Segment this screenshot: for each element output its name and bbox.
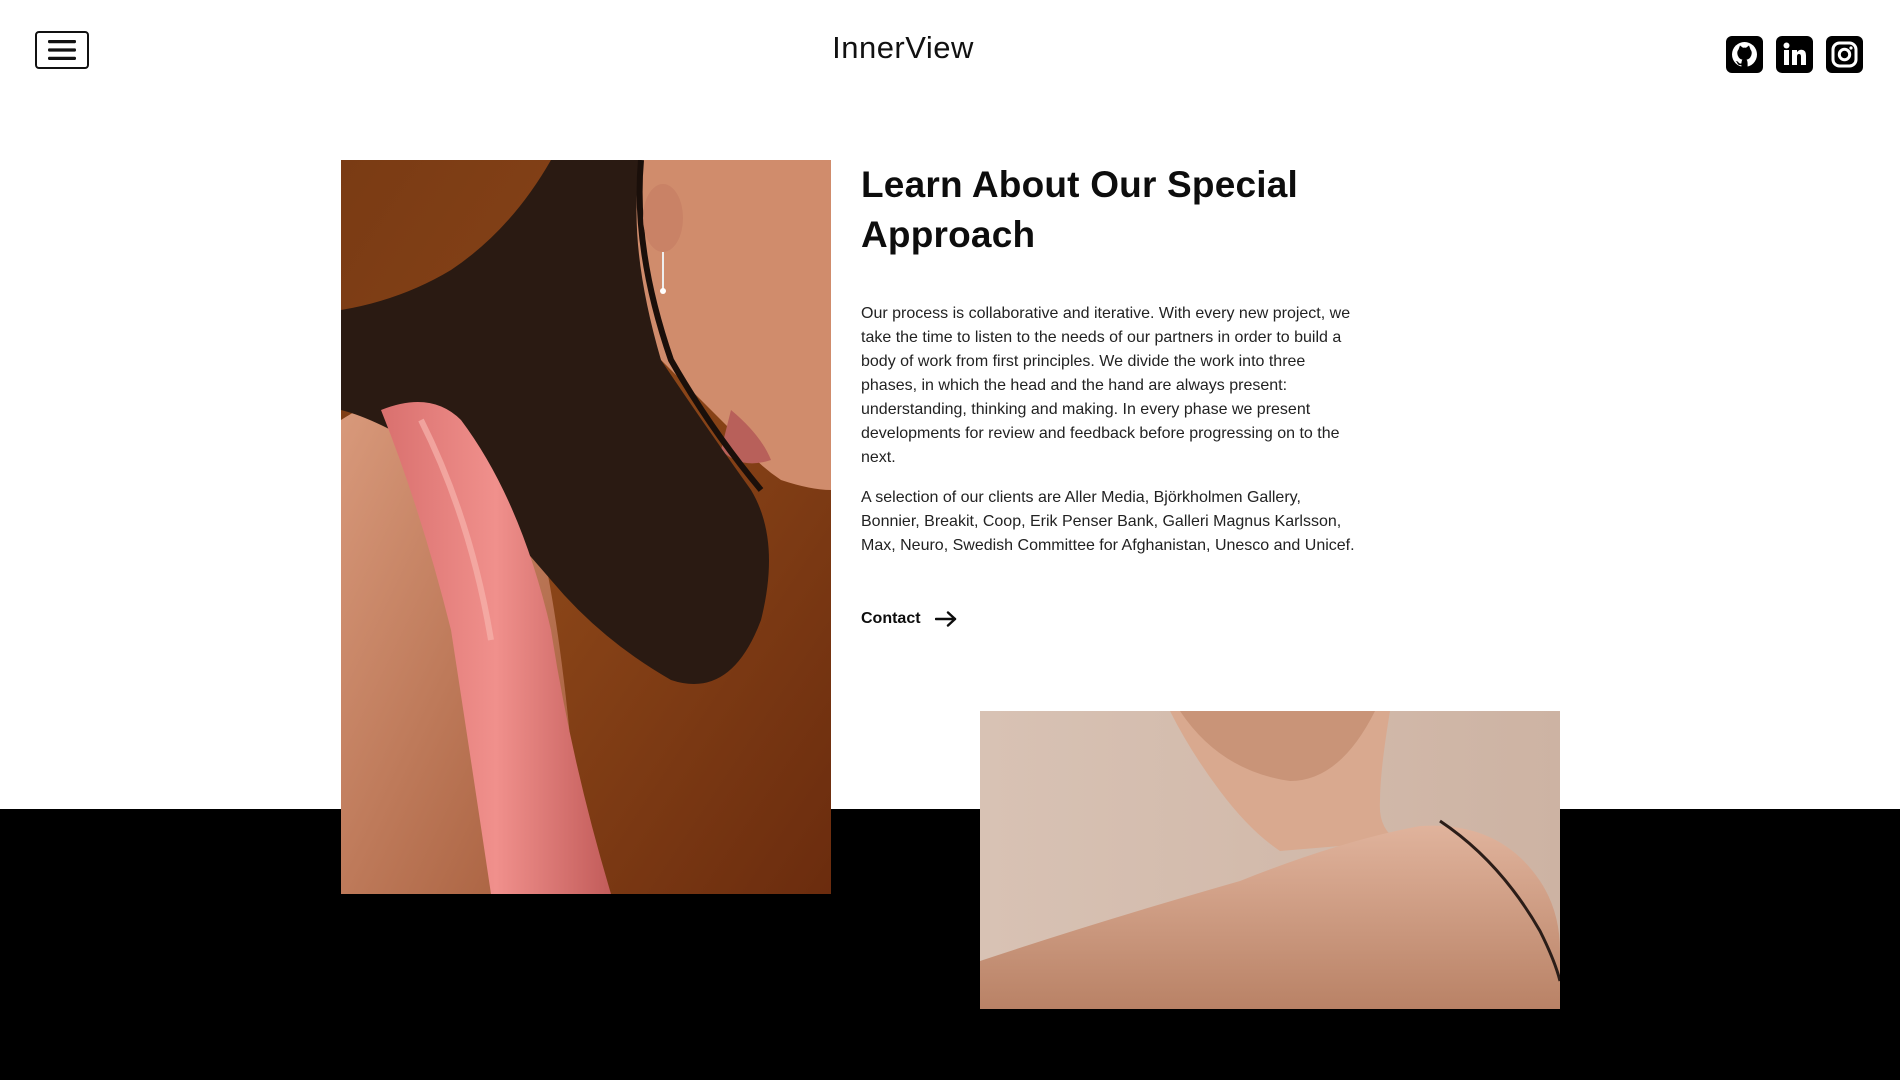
portrait-photo (341, 160, 831, 894)
linkedin-link[interactable] (1776, 36, 1813, 73)
dark-footer-band (0, 809, 1900, 1080)
instagram-icon (1831, 41, 1858, 68)
process-paragraph: Our process is collaborative and iterati… (861, 305, 1351, 466)
neck-shoulder-illustration (980, 711, 1560, 1009)
linkedin-icon (1783, 42, 1806, 65)
contact-label: Contact (861, 610, 921, 627)
social-links (1726, 36, 1863, 73)
brand-title[interactable]: InnerView (0, 30, 1806, 66)
neck-shoulder-photo (980, 711, 1560, 1009)
portrait-photo-illustration (341, 160, 831, 894)
arrow-right-icon (934, 611, 956, 627)
heading-line-1: Learn About Our Special (861, 164, 1299, 205)
contact-link[interactable]: Contact (861, 610, 957, 628)
about-section: Learn About Our Special Approach Our pro… (861, 160, 1361, 628)
page: InnerView Learn About Our Special Approa… (0, 0, 1900, 1080)
instagram-link[interactable] (1826, 36, 1863, 73)
section-heading: Learn About Our Special Approach (861, 160, 1361, 260)
heading-line-2: Approach (861, 214, 1036, 255)
clients-paragraph: A selection of our clients are Aller Med… (861, 489, 1355, 554)
github-icon (1732, 42, 1757, 68)
github-link[interactable] (1726, 36, 1763, 73)
